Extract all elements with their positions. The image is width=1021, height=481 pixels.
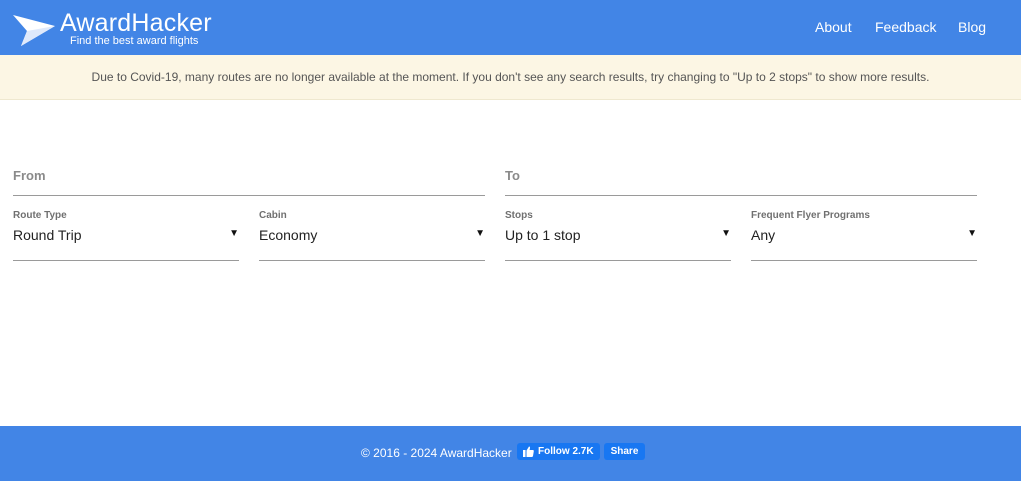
nav-link-blog[interactable]: Blog [958,19,986,36]
stops-select[interactable]: Stops Up to 1 stop ▼ [505,210,731,261]
thumbs-up-icon [523,446,534,457]
dropdown-arrow-icon: ▼ [475,228,485,239]
to-field[interactable]: To [505,168,977,196]
route-type-label: Route Type [13,210,67,221]
cabin-value: Economy [259,227,318,243]
frequent-flyer-select[interactable]: Frequent Flyer Programs Any ▼ [751,210,977,261]
dropdown-arrow-icon: ▼ [229,228,239,239]
nav-link-about[interactable]: About [815,19,852,36]
facebook-share-label: Share [610,446,639,457]
paper-plane-icon [13,15,55,46]
stops-value: Up to 1 stop [505,227,581,243]
to-placeholder: To [505,168,520,183]
copyright-text: © 2016 - 2024 AwardHacker [361,446,512,460]
route-type-select[interactable]: Route Type Round Trip ▼ [13,210,239,261]
frequent-flyer-value: Any [751,227,776,243]
footer-bar: © 2016 - 2024 AwardHacker Follow 2.7K Sh… [0,426,1021,481]
header-bar: AwardHacker Find the best award flights … [0,0,1021,55]
nav-link-feedback[interactable]: Feedback [875,19,936,36]
dropdown-arrow-icon: ▼ [721,228,731,239]
cabin-label: Cabin [259,210,287,221]
covid-notice-text: Due to Covid-19, many routes are no long… [91,70,930,84]
facebook-share-button[interactable]: Share [604,443,645,460]
dropdown-arrow-icon: ▼ [967,228,977,239]
stops-label: Stops [505,210,533,221]
brand-name: AwardHacker [60,9,212,37]
facebook-follow-button[interactable]: Follow 2.7K [517,443,600,460]
route-type-value: Round Trip [13,227,82,243]
brand-tagline: Find the best award flights [70,35,199,47]
covid-notice-banner: Due to Covid-19, many routes are no long… [0,55,1021,100]
from-placeholder: From [13,168,46,183]
logo-link[interactable]: AwardHacker Find the best award flights [13,9,223,49]
cabin-select[interactable]: Cabin Economy ▼ [259,210,485,261]
frequent-flyer-label: Frequent Flyer Programs [751,210,870,221]
from-field[interactable]: From [13,168,485,196]
facebook-follow-label: Follow 2.7K [538,446,594,457]
